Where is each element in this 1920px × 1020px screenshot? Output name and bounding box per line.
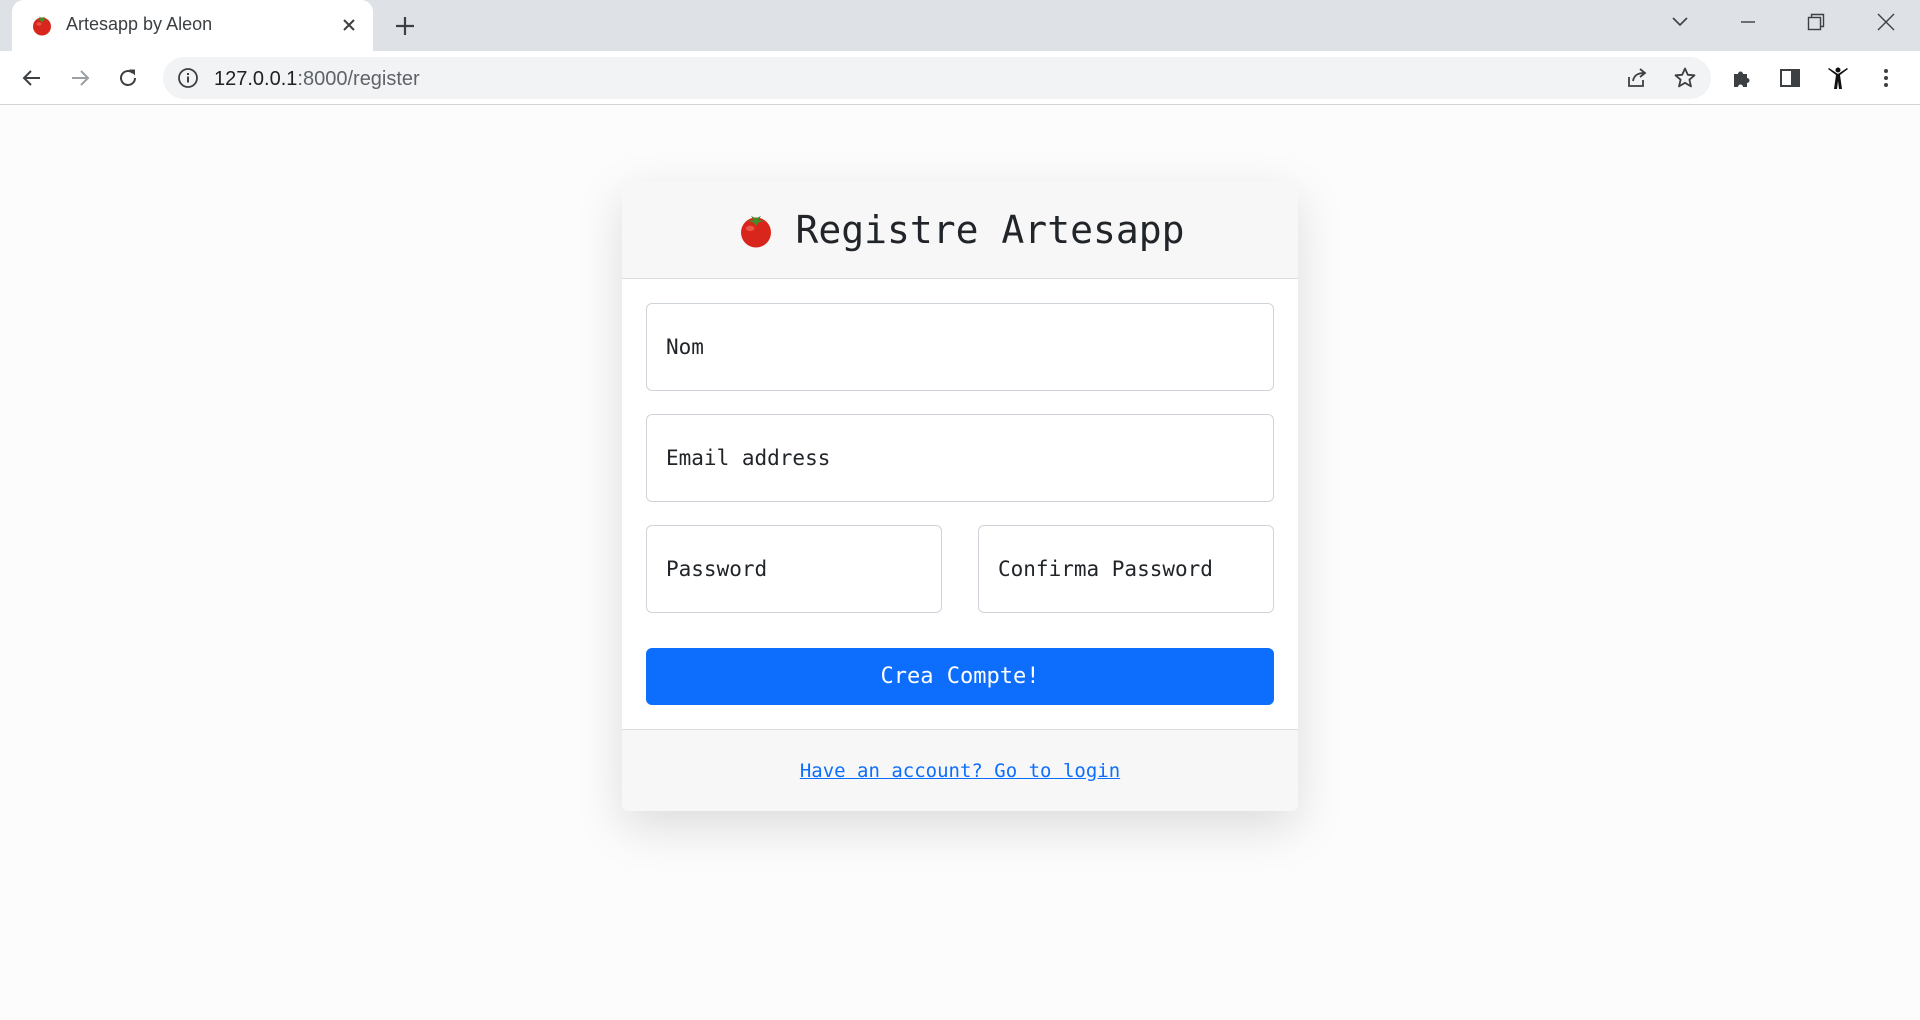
profile-avatar-icon[interactable] — [1820, 60, 1856, 96]
site-info-icon[interactable] — [177, 67, 199, 89]
reload-icon[interactable] — [110, 60, 146, 96]
register-card: Registre Artesapp Nom Email address Pass… — [622, 181, 1298, 811]
page-title: Registre Artesapp — [736, 207, 1185, 252]
card-footer: Have an account? Go to login — [622, 729, 1298, 811]
password-field-placeholder: Password — [666, 557, 768, 581]
tab-title: Artesapp by Aleon — [66, 14, 213, 34]
confirm-password-placeholder: Confirma Password — [998, 557, 1213, 581]
restore-window-icon[interactable] — [1786, 0, 1846, 44]
url-text: 127.0.0.1:8000/register — [214, 68, 420, 90]
create-account-button[interactable]: Crea Compte! — [646, 648, 1274, 705]
email-field[interactable]: Email address — [646, 414, 1274, 502]
name-field[interactable]: Nom — [646, 303, 1274, 391]
tomato-icon — [33, 16, 51, 36]
browser-tab[interactable]: Artesapp by Aleon — [12, 0, 373, 51]
name-field-placeholder: Nom — [666, 335, 704, 359]
forward-arrow-icon[interactable] — [62, 60, 98, 96]
card-header: Registre Artesapp — [622, 181, 1298, 279]
menu-kebab-icon[interactable] — [1868, 60, 1904, 96]
side-panel-icon[interactable] — [1772, 60, 1808, 96]
email-field-placeholder: Email address — [666, 446, 831, 470]
password-field[interactable]: Password — [646, 525, 942, 613]
tomato-icon — [740, 215, 771, 247]
new-tab-plus-icon[interactable] — [390, 11, 420, 41]
tab-strip: Artesapp by Aleon — [0, 0, 1920, 51]
bookmark-star-icon[interactable] — [1671, 64, 1699, 92]
close-tab-icon[interactable] — [335, 11, 363, 39]
back-arrow-icon[interactable] — [14, 60, 50, 96]
browser-toolbar: 127.0.0.1:8000/register — [0, 51, 1920, 105]
extensions-puzzle-icon[interactable] — [1724, 60, 1760, 96]
minimize-icon[interactable] — [1718, 0, 1778, 44]
address-bar[interactable]: 127.0.0.1:8000/register — [163, 57, 1711, 99]
go-to-login-link[interactable]: Have an account? Go to login — [800, 760, 1120, 782]
tab-search-chevron-icon[interactable] — [1650, 0, 1710, 44]
confirm-password-field[interactable]: Confirma Password — [978, 525, 1274, 613]
page-content: Registre Artesapp Nom Email address Pass… — [0, 106, 1920, 1020]
page-title-text: Registre Artesapp — [795, 207, 1185, 252]
close-window-icon[interactable] — [1856, 0, 1916, 44]
share-icon[interactable] — [1623, 64, 1651, 92]
